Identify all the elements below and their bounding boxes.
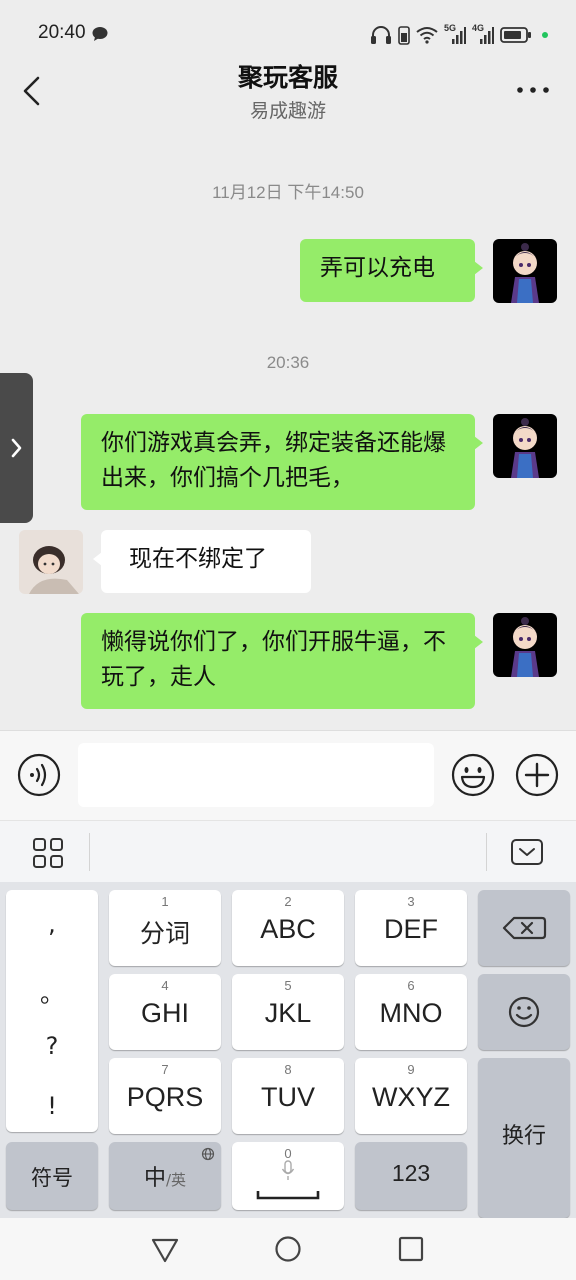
language-sub: /英 — [165, 1171, 187, 1189]
toolbar-divider — [486, 833, 487, 871]
key-1-segment[interactable]: 1 分词 — [109, 890, 221, 966]
key-9-wxyz[interactable]: 9 WXYZ — [355, 1058, 467, 1134]
battery-icon — [500, 27, 531, 43]
backspace-icon — [502, 916, 547, 940]
key-number: 0 — [284, 1146, 292, 1161]
key-label: 123 — [391, 1160, 431, 1186]
key-number: 5 — [284, 978, 292, 993]
voice-input-button[interactable] — [17, 753, 61, 797]
globe-icon — [201, 1147, 215, 1161]
punct-key-question[interactable]: ? — [6, 1032, 98, 1060]
chat-title: 聚玩客服 — [237, 63, 338, 92]
my-avatar[interactable] — [493, 414, 557, 478]
key-2-abc[interactable]: 2 ABC — [232, 890, 344, 966]
chat-timestamp: 20:36 — [266, 353, 310, 372]
key-label: JKL — [264, 998, 312, 1028]
key-label: 换行 — [501, 1124, 546, 1149]
message-text: 懒得说你们了，你们开服牛逼，不玩了，走人 — [101, 629, 446, 690]
key-number: 7 — [161, 1062, 169, 1077]
privacy-indicator-dot — [542, 32, 548, 38]
punct-key-comma[interactable]: , — [6, 910, 98, 938]
emoji-button[interactable] — [451, 753, 495, 797]
message-notification-icon — [92, 27, 108, 41]
chevron-right-icon — [11, 438, 22, 458]
punct-key-exclaim[interactable]: ! — [6, 1092, 98, 1120]
message-text: 你们游戏真会弄，绑定装备还能爆出来，你们搞个几把毛， — [101, 430, 446, 491]
key-7-pqrs[interactable]: 7 PQRS — [109, 1058, 221, 1134]
emoji-key[interactable] — [478, 974, 570, 1050]
chat-timestamp: 11月12日 下午14:50 — [212, 183, 364, 202]
message-bubble-received[interactable]: 现在不绑定了 — [93, 530, 311, 593]
wifi-icon — [416, 27, 438, 44]
key-6-mno[interactable]: 6 MNO — [355, 974, 467, 1050]
key-label: ABC — [260, 914, 316, 944]
punctuation-column[interactable]: , 。 ? ! — [6, 890, 98, 1132]
contact-avatar[interactable] — [19, 530, 83, 594]
key-number: 9 — [407, 1062, 415, 1077]
system-nav-bar — [0, 1218, 576, 1280]
key-label: GHI — [140, 998, 189, 1028]
key-label: PQRS — [126, 1082, 204, 1112]
smiley-icon — [508, 996, 540, 1028]
keyboard-menu-grid-icon[interactable] — [32, 837, 64, 869]
microphone-icon — [281, 1160, 295, 1180]
toolbar-divider — [89, 833, 90, 871]
status-icons: 5G 4G — [370, 22, 548, 48]
key-number: 6 — [407, 978, 415, 993]
side-expand-tab[interactable] — [0, 373, 33, 523]
keyboard-toolbar — [0, 820, 576, 882]
message-bubble-sent[interactable]: 懒得说你们了，你们开服牛逼，不玩了，走人 — [81, 613, 483, 709]
message-bubble-sent[interactable]: 弄可以充电 — [300, 239, 483, 302]
more-functions-button[interactable] — [515, 753, 559, 797]
key-4-ghi[interactable]: 4 GHI — [109, 974, 221, 1050]
key-3-def[interactable]: 3 DEF — [355, 890, 467, 966]
numeric-key[interactable]: 123 — [355, 1142, 467, 1210]
key-label: DEF — [384, 914, 438, 944]
space-key[interactable]: 0 — [232, 1142, 344, 1210]
my-avatar[interactable] — [493, 613, 557, 677]
key-number: 3 — [407, 894, 415, 909]
language-switch-key[interactable]: 中/英 — [109, 1142, 221, 1210]
key-8-tuv[interactable]: 8 TUV — [232, 1058, 344, 1134]
key-number: 8 — [284, 1062, 292, 1077]
key-label: 分词 — [139, 919, 190, 948]
key-label: MNO — [379, 998, 443, 1028]
enter-newline-key[interactable]: 换行 — [478, 1058, 570, 1218]
message-text: 弄可以充电 — [320, 255, 435, 281]
nav-recents-icon[interactable] — [396, 1234, 426, 1264]
message-text: 现在不绑定了 — [129, 546, 267, 572]
my-avatar[interactable] — [493, 239, 557, 303]
nav-home-icon[interactable] — [273, 1234, 303, 1264]
status-time: 20:40 — [38, 22, 86, 43]
key-label: WXYZ — [372, 1082, 450, 1112]
key-number: 1 — [161, 894, 169, 909]
message-input[interactable] — [78, 743, 434, 807]
backspace-key[interactable] — [478, 890, 570, 966]
symbols-key[interactable]: 符号 — [6, 1142, 98, 1210]
more-options-button[interactable] — [516, 80, 550, 100]
signal-5g-icon: 5G — [444, 23, 466, 45]
message-bubble-sent[interactable]: 你们游戏真会弄，绑定装备还能爆出来，你们搞个几把毛， — [81, 414, 483, 510]
t9-keyboard: , 。 ? ! 1 分词 2 ABC 3 DEF 4 GHI 5 JKL 6 M… — [0, 882, 576, 1218]
punct-key-period[interactable]: 。 — [6, 974, 98, 1009]
key-number: 2 — [284, 894, 292, 909]
key-label: 符号 — [31, 1166, 73, 1190]
nav-back-icon[interactable] — [150, 1234, 180, 1264]
space-bar-icon — [256, 1191, 320, 1200]
language-main: 中 — [143, 1166, 166, 1191]
chat-subtitle: 易成趣游 — [249, 100, 326, 122]
headphones-icon — [371, 26, 391, 44]
signal-4g-icon: 4G — [472, 23, 494, 45]
message-input-bar — [0, 730, 576, 820]
key-number: 4 — [161, 978, 169, 993]
key-5-jkl[interactable]: 5 JKL — [232, 974, 344, 1050]
hide-keyboard-icon[interactable] — [510, 838, 544, 866]
sim-battery-icon — [398, 26, 410, 45]
chat-header: 聚玩客服 易成趣游 — [0, 50, 576, 132]
chat-message-list[interactable]: 11月12日 下午14:50 弄可以充电 20:36 你们游戏真会弄，绑定装备还… — [0, 132, 576, 730]
language-label: 中/英 — [109, 1160, 221, 1192]
key-label: TUV — [261, 1082, 315, 1112]
